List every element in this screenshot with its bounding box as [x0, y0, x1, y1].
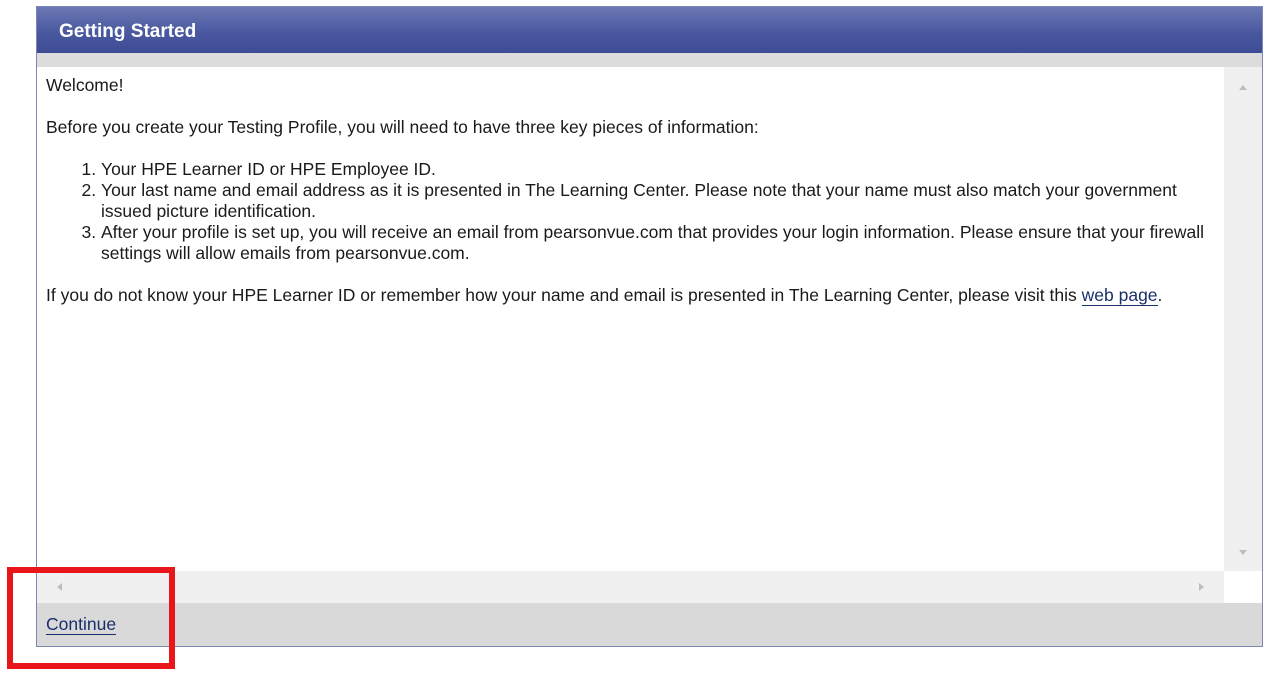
- intro-text: Before you create your Testing Profile, …: [46, 117, 759, 137]
- content-body: Welcome! Before you create your Testing …: [37, 67, 1224, 306]
- header-divider: [37, 53, 1262, 67]
- web-page-link[interactable]: web page: [1081, 285, 1158, 306]
- scrollbar-corner: [1224, 571, 1262, 603]
- chevron-down-icon[interactable]: [1239, 550, 1247, 555]
- help-text-after: .: [1157, 285, 1163, 305]
- help-text-before: If you do not know your HPE Learner ID o…: [46, 285, 1082, 305]
- help-text: If you do not know your HPE Learner ID o…: [46, 285, 1224, 306]
- content-scroll-area[interactable]: Welcome! Before you create your Testing …: [37, 67, 1224, 571]
- chevron-right-icon[interactable]: [1199, 583, 1204, 591]
- getting-started-panel: Getting Started Welcome! Before you crea…: [36, 6, 1263, 647]
- panel-header: Getting Started: [37, 7, 1262, 53]
- chevron-left-icon[interactable]: [57, 583, 62, 591]
- panel-footer: Continue: [37, 603, 1262, 646]
- welcome-text: Welcome!: [46, 75, 124, 95]
- vertical-scrollbar[interactable]: [1224, 67, 1262, 571]
- horizontal-scrollbar[interactable]: [37, 571, 1224, 603]
- list-item: Your last name and email address as it i…: [101, 180, 1224, 222]
- chevron-up-icon[interactable]: [1239, 85, 1247, 90]
- list-item: After your profile is set up, you will r…: [101, 222, 1224, 264]
- continue-link[interactable]: Continue: [46, 614, 117, 635]
- requirements-list: Your HPE Learner ID or HPE Employee ID. …: [46, 159, 1224, 264]
- panel-title: Getting Started: [59, 21, 197, 42]
- list-item: Your HPE Learner ID or HPE Employee ID.: [101, 159, 1224, 180]
